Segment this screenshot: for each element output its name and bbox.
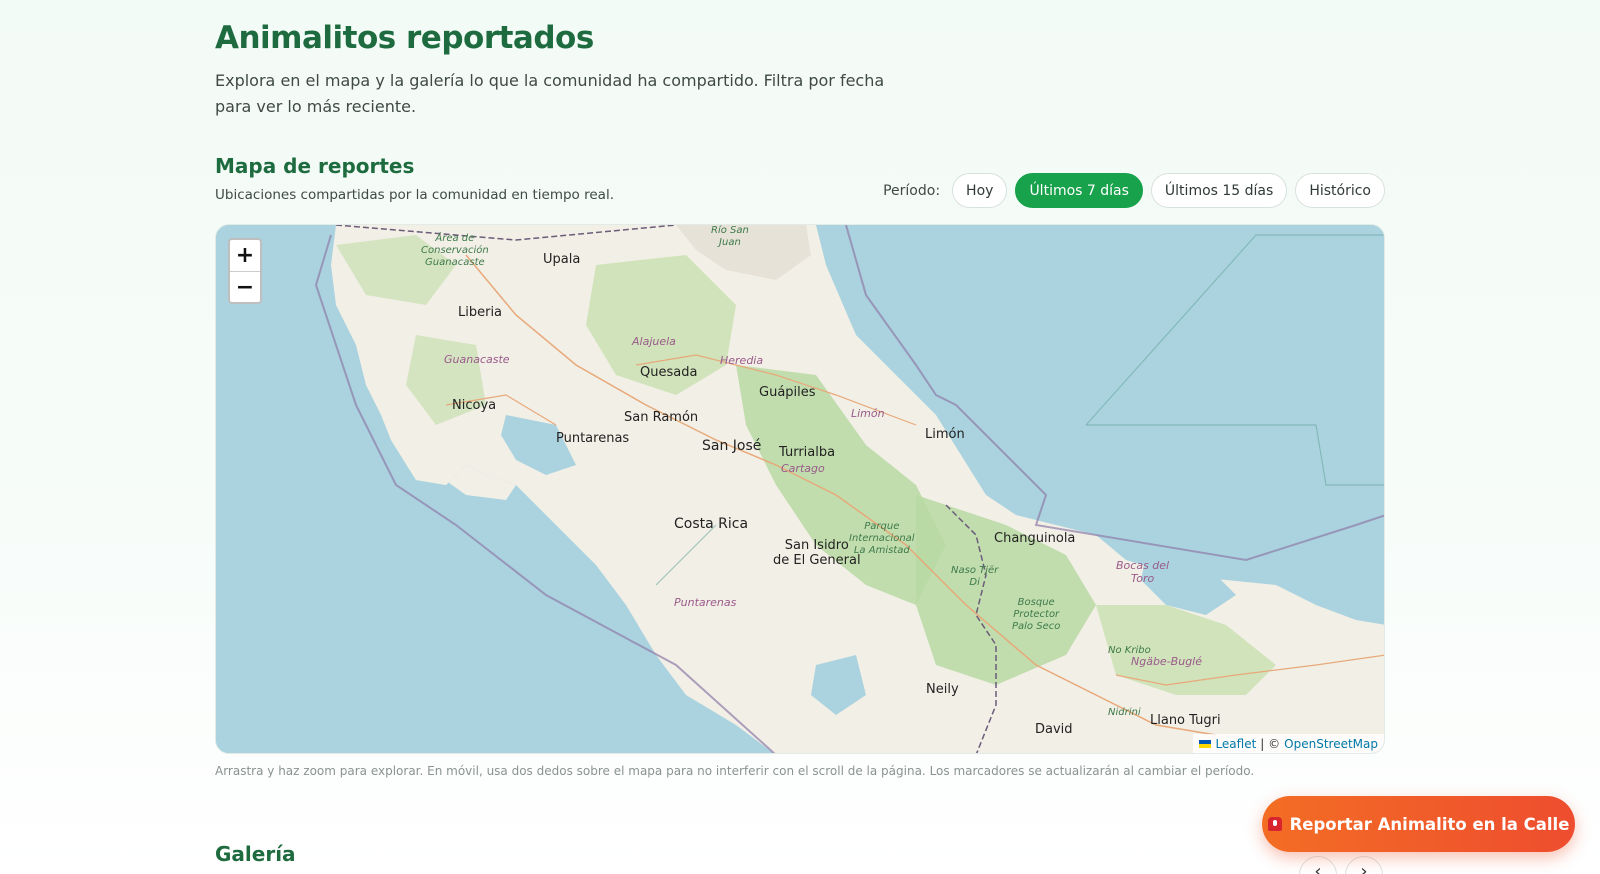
report-stray-animal-button[interactable]: Reportar Animalito en la Calle: [1262, 796, 1575, 852]
map-label-country: Costa Rica: [674, 516, 749, 532]
reports-map[interactable]: Área de Conservación Guanacaste Río San …: [215, 224, 1385, 754]
map-label-text: Palo Seco: [1012, 621, 1061, 632]
map-label-city: Limón: [925, 427, 965, 442]
leaflet-link[interactable]: Leaflet: [1215, 737, 1256, 751]
map-label-text: Parque: [864, 521, 900, 532]
map-label-text: Río San: [711, 225, 749, 236]
map-label-text: Di: [969, 577, 980, 588]
map-label-park: Área de Conservación Guanacaste: [421, 233, 489, 269]
map-label-capital: San José: [702, 438, 762, 454]
siren-icon: [1267, 817, 1282, 831]
zoom-out-button[interactable]: −: [230, 271, 260, 302]
map-tiles: [216, 225, 1384, 753]
map-label-city: Changuinola: [994, 531, 1076, 546]
map-section-subtitle: Ubicaciones compartidas por la comunidad…: [215, 187, 614, 203]
period-filter: Período: Hoy Últimos 7 días Últimos 15 d…: [883, 173, 1385, 208]
map-label-region: Guanacaste: [444, 353, 510, 366]
map-label-city: San Ramón: [624, 410, 699, 425]
map-label-text: Protector: [1013, 609, 1060, 620]
map-zoom-control: + −: [228, 238, 262, 304]
period-historic-button[interactable]: Histórico: [1295, 173, 1385, 208]
map-label-park: Nidrini: [1108, 707, 1141, 718]
period-7-days-button[interactable]: Últimos 7 días: [1015, 173, 1143, 208]
map-label-region: Cartago: [781, 462, 825, 475]
map-label-park: Río San Juan: [711, 225, 749, 249]
map-label-city: Llano Tugri: [1150, 713, 1221, 728]
period-15-days-button[interactable]: Últimos 15 días: [1150, 173, 1288, 208]
openstreetmap-link[interactable]: OpenStreetMap: [1284, 737, 1378, 751]
map-label-text: Guanacaste: [425, 257, 485, 268]
map-label-region: Alajuela: [632, 335, 676, 348]
map-label-city: Guápiles: [759, 385, 816, 400]
ukraine-flag-icon: [1199, 739, 1212, 748]
map-label-text: Juan: [719, 237, 741, 248]
gallery-title: Galería: [215, 842, 296, 866]
zoom-in-button[interactable]: +: [230, 240, 260, 271]
map-label-text: San Isidro: [784, 538, 849, 553]
map-label-region: Puntarenas: [674, 596, 737, 609]
gallery-next-button[interactable]: ›: [1345, 856, 1383, 874]
map-label-park: Bosque Protector Palo Seco: [1012, 597, 1060, 633]
report-button-label: Reportar Animalito en la Calle: [1289, 814, 1570, 834]
map-label-text: Toro: [1130, 572, 1155, 585]
map-label-region: Bocas del Toro: [1116, 559, 1169, 585]
map-label-city: Upala: [543, 252, 581, 267]
map-label-city: Liberia: [458, 305, 503, 320]
map-label-region: Ngäbe-Buglé: [1131, 655, 1202, 668]
map-label-region: Heredia: [720, 354, 764, 367]
map-label-text: Bosque: [1017, 597, 1055, 608]
period-label: Período:: [883, 182, 941, 199]
map-label-city: San Isidro de El General: [773, 538, 861, 568]
map-label-city: Nicoya: [452, 398, 497, 413]
gallery-prev-button[interactable]: ‹: [1299, 856, 1337, 874]
map-label-city: Turrialba: [779, 445, 836, 460]
map-label-text: Bocas del: [1116, 559, 1170, 572]
attribution-separator: | ©: [1260, 736, 1281, 751]
map-help-note: Arrastra y haz zoom para explorar. En mó…: [215, 764, 1255, 778]
map-label-city: Quesada: [640, 365, 698, 380]
map-label-text: Conservación: [421, 245, 489, 256]
page: Animalitos reportados Explora en el mapa…: [0, 0, 1600, 874]
period-today-button[interactable]: Hoy: [952, 173, 1008, 208]
map-label-region: Limón: [851, 407, 885, 420]
map-section-title: Mapa de reportes: [215, 154, 415, 178]
map-label-park: Naso Tjër Di: [951, 565, 998, 589]
map-label-text: La Amistad: [853, 545, 910, 556]
map-attribution: Leaflet | © OpenStreetMap: [1193, 734, 1384, 753]
map-label-text: de El General: [773, 553, 861, 568]
map-label-city: David: [1035, 722, 1073, 737]
map-label-text: Área de: [435, 233, 475, 244]
map-label-text: Naso Tjër: [951, 565, 999, 576]
page-description: Explora en el mapa y la galería lo que l…: [215, 71, 885, 116]
map-label-city: Puntarenas: [556, 431, 630, 446]
map-label-city: Neily: [926, 682, 959, 697]
page-title: Animalitos reportados: [215, 20, 594, 56]
